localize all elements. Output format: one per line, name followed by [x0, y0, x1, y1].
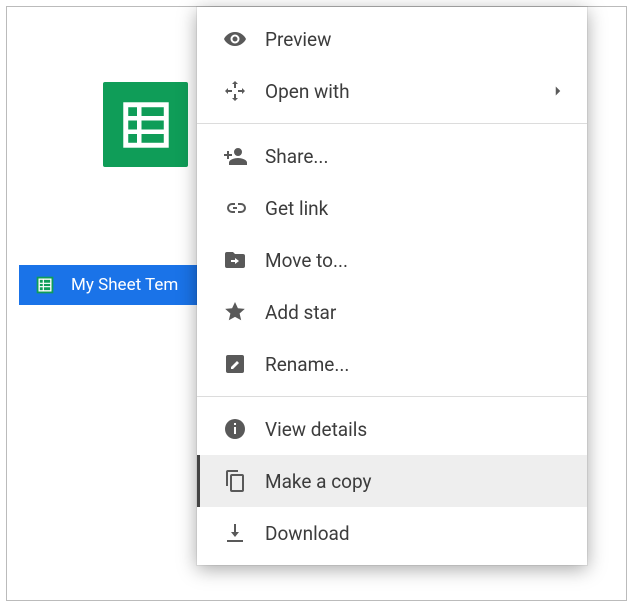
menu-item-label: Preview — [265, 28, 567, 51]
download-icon — [223, 521, 265, 545]
drive-file-view: My Sheet Tem Preview Open with Share... — [7, 7, 626, 600]
menu-item-label: Rename... — [265, 353, 567, 376]
file-thumbnail[interactable] — [103, 82, 188, 167]
menu-item-download[interactable]: Download — [197, 507, 587, 559]
menu-item-get-link[interactable]: Get link — [197, 182, 587, 234]
sheets-icon — [35, 275, 55, 295]
copy-icon — [223, 469, 265, 493]
menu-item-move-to[interactable]: Move to... — [197, 234, 587, 286]
sheets-grid-icon — [119, 98, 173, 152]
person-add-icon — [223, 144, 265, 168]
menu-item-rename[interactable]: Rename... — [197, 338, 587, 390]
menu-item-preview[interactable]: Preview — [197, 13, 587, 65]
open-with-icon — [223, 79, 265, 103]
menu-item-label: Move to... — [265, 249, 567, 272]
context-menu: Preview Open with Share... Get link — [197, 7, 587, 565]
link-icon — [223, 196, 265, 220]
menu-item-label: Add star — [265, 301, 567, 324]
eye-icon — [223, 27, 265, 51]
menu-item-label: Open with — [265, 80, 549, 103]
menu-item-label: Download — [265, 522, 567, 545]
menu-divider — [197, 123, 587, 124]
menu-divider — [197, 396, 587, 397]
menu-item-make-a-copy[interactable]: Make a copy — [197, 455, 587, 507]
rename-icon — [223, 352, 265, 376]
menu-item-open-with[interactable]: Open with — [197, 65, 587, 117]
info-icon — [223, 417, 265, 441]
menu-item-label: Make a copy — [265, 470, 567, 493]
menu-item-add-star[interactable]: Add star — [197, 286, 587, 338]
chevron-right-icon — [549, 82, 567, 100]
menu-item-label: Share... — [265, 145, 567, 168]
menu-item-share[interactable]: Share... — [197, 130, 587, 182]
menu-item-view-details[interactable]: View details — [197, 403, 587, 455]
menu-item-label: Get link — [265, 197, 567, 220]
menu-item-label: View details — [265, 418, 567, 441]
file-label[interactable]: My Sheet Tem — [19, 265, 197, 305]
file-name: My Sheet Tem — [71, 275, 178, 295]
folder-move-icon — [223, 248, 265, 272]
star-icon — [223, 300, 265, 324]
